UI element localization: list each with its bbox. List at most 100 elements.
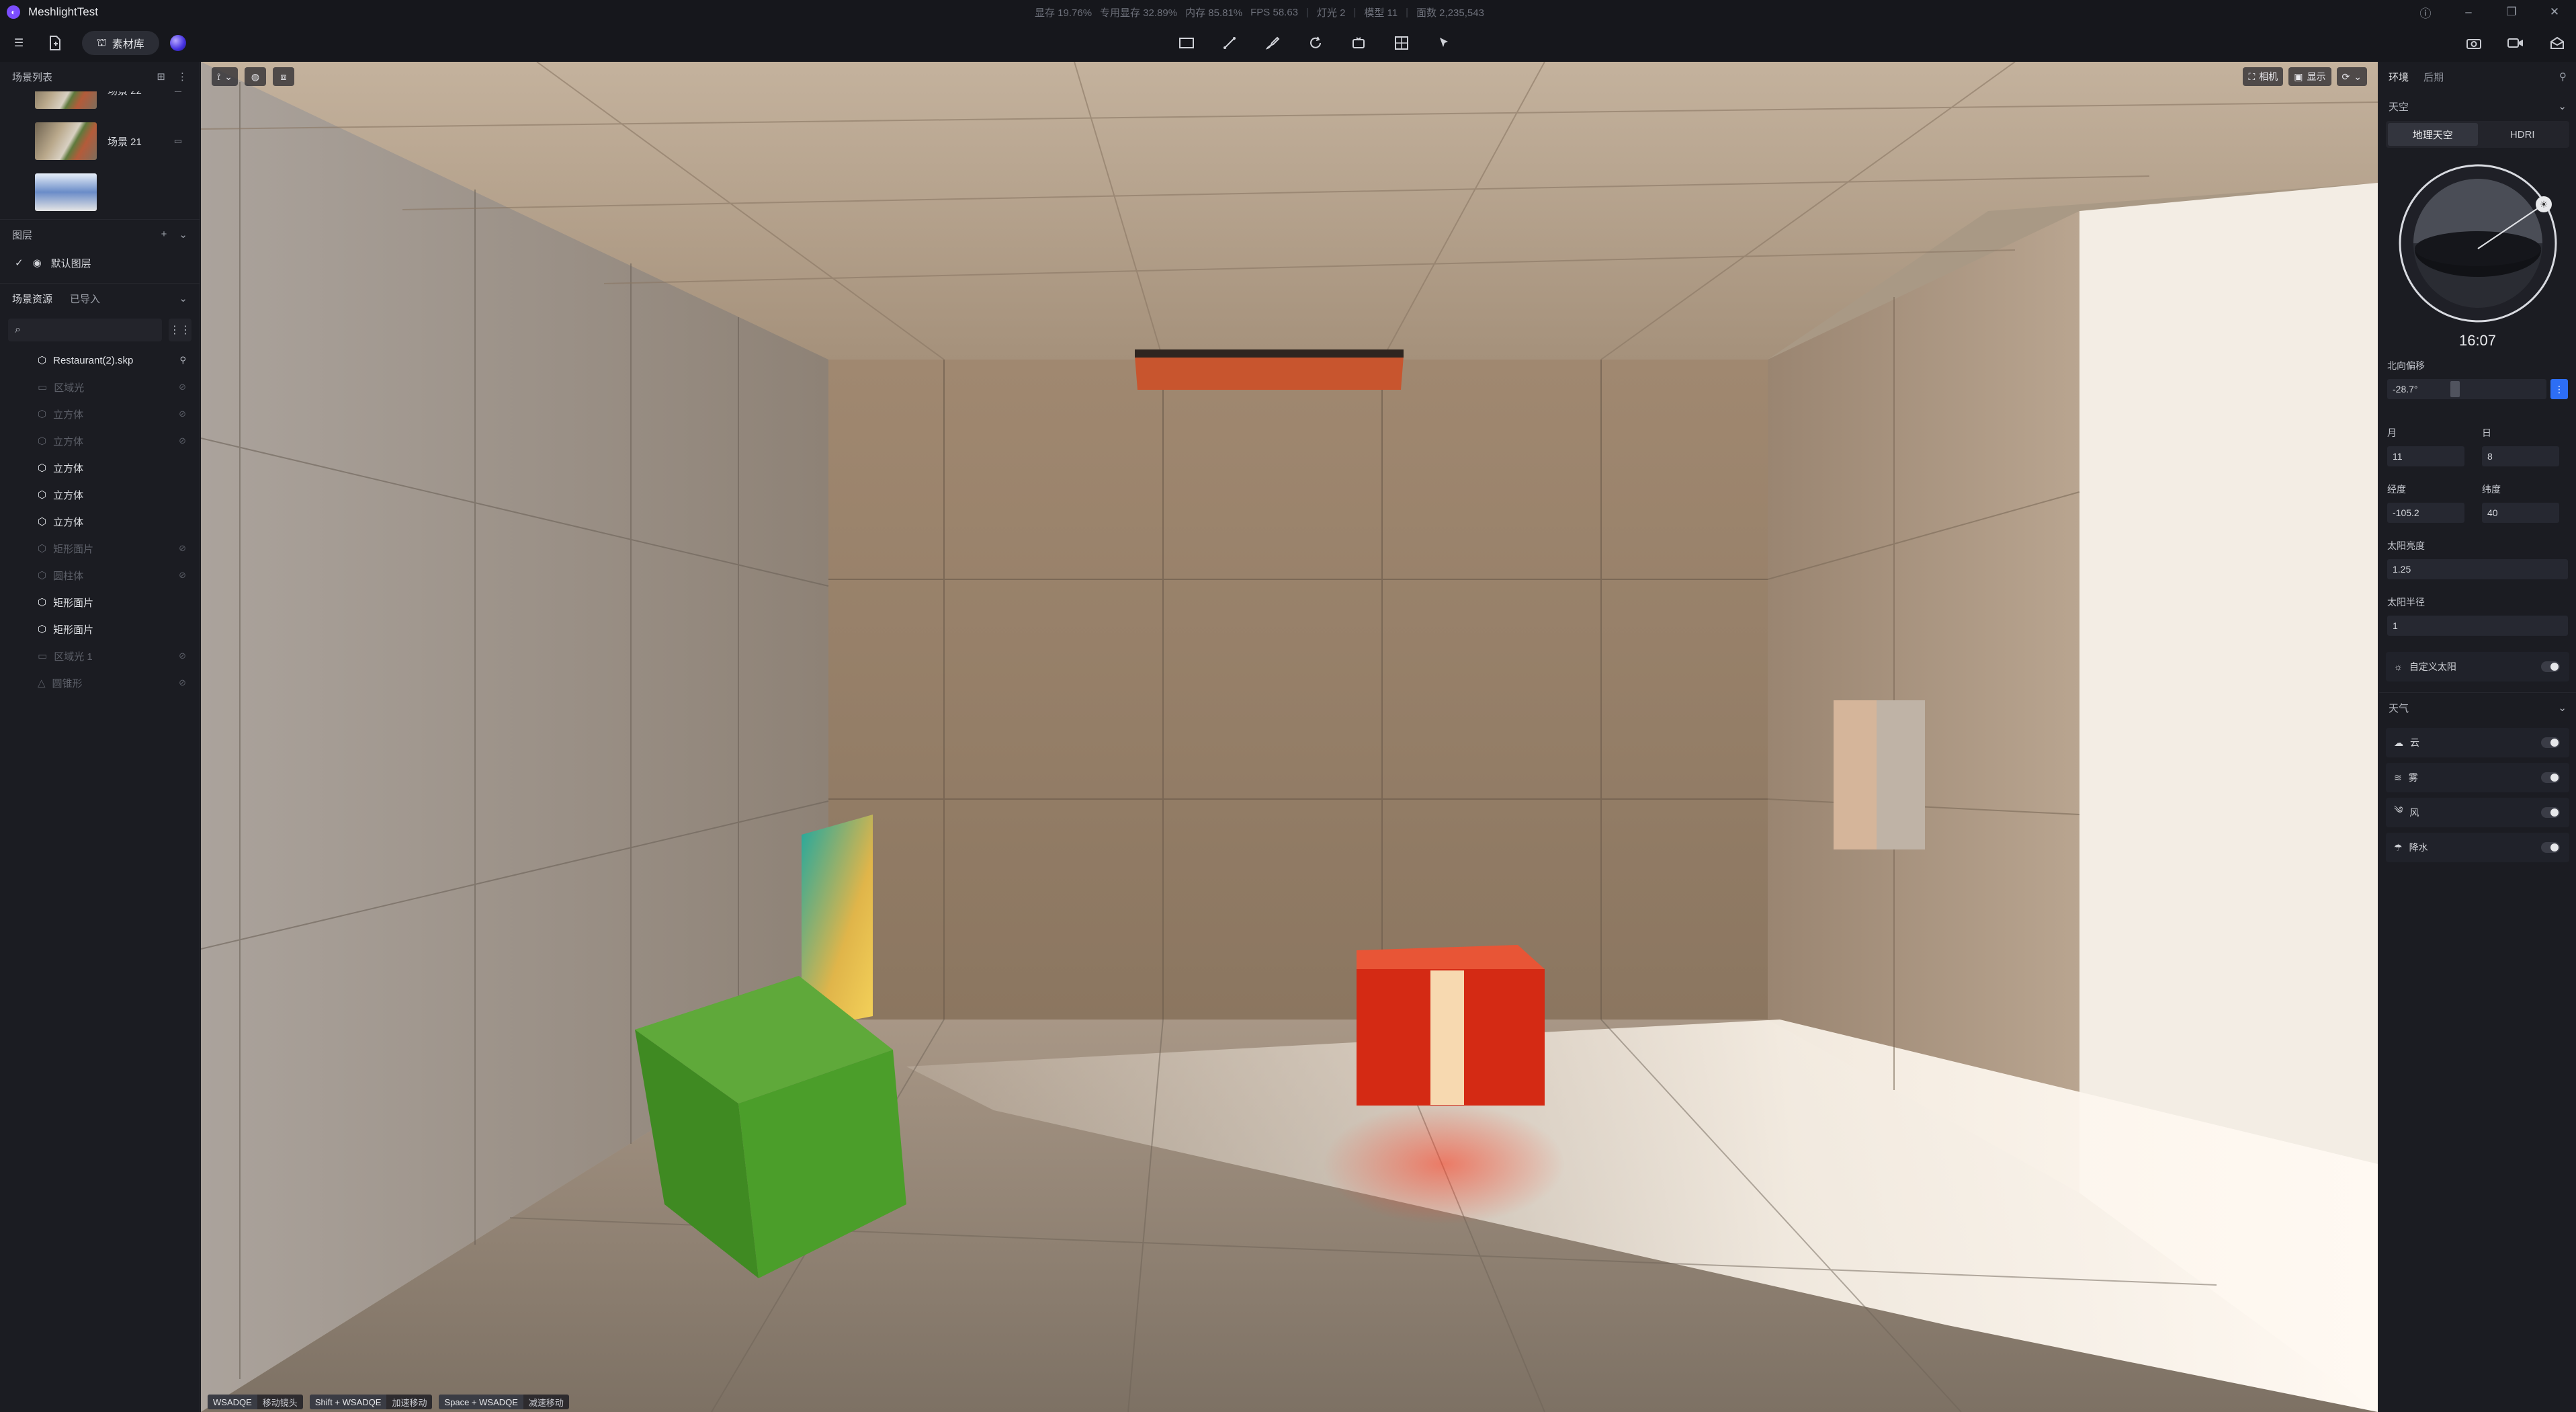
layer-item-default[interactable]: ✓ ◉ 默认图层 [0, 249, 200, 276]
resource-item[interactable]: ⬡ 矩形面片 [0, 616, 200, 642]
north-offset-label: 北向偏移 [2387, 360, 2425, 371]
custom-sun-toggle[interactable] [2541, 661, 2560, 672]
rotate-icon[interactable] [1306, 34, 1325, 52]
wind-toggle[interactable] [2541, 807, 2560, 818]
rain-toggle[interactable] [2541, 842, 2560, 853]
sky-hdri-option[interactable]: HDRI [2478, 123, 2568, 146]
sky-section-header[interactable]: 天空 ⌄ [2379, 91, 2576, 121]
sync-button[interactable]: ⟳ ⌄ [2336, 67, 2367, 86]
resource-label: 立方体 [53, 409, 84, 421]
tab-environment[interactable]: 环境 [2389, 70, 2409, 84]
menu-icon[interactable]: ☰ [9, 34, 28, 52]
select-rect-icon[interactable] [1177, 34, 1196, 52]
video-record-icon[interactable] [2506, 34, 2525, 52]
ai-orb-icon[interactable] [169, 35, 186, 51]
eye-off-icon[interactable]: ⊘ [179, 409, 186, 419]
3d-viewport[interactable]: ⟟ ⌄ ◍ ⧈ ⛶ 相机 ▣ 显示 ⟳ ⌄ WSADQE 移动镜头 Shift + WSA… [201, 62, 2378, 1412]
fog-toggle[interactable] [2541, 772, 2560, 783]
globe-button[interactable]: ◍ [244, 67, 266, 86]
resource-item[interactable]: ⬡ 立方体 ⊘ [0, 401, 200, 427]
eye-off-icon[interactable]: ⊘ [179, 435, 186, 446]
pointer-icon[interactable] [1435, 34, 1454, 52]
cloud-toggle[interactable] [2541, 737, 2560, 748]
longitude-input[interactable]: -105.2 [2387, 503, 2464, 523]
eye-off-icon[interactable]: ⊘ [179, 570, 186, 581]
tab-imported[interactable]: 已导入 [70, 292, 100, 306]
tab-post-processing[interactable]: 后期 [2423, 70, 2444, 84]
screenshot-icon[interactable] [2464, 34, 2483, 52]
camera-path-icon[interactable] [1349, 34, 1368, 52]
sun-radius-row: 1 [2379, 616, 2576, 636]
resource-item[interactable]: ⬡ 矩形面片 ⊘ [0, 535, 200, 562]
paint-icon[interactable] [1263, 34, 1282, 52]
camera-menu-button[interactable]: ⛶ 相机 [2243, 67, 2284, 86]
resource-item[interactable]: ⬡ 矩形面片 [0, 589, 200, 616]
scene-camera-icon[interactable]: ▭ [174, 91, 182, 95]
eye-icon[interactable]: ◉ [33, 257, 42, 269]
add-layer-icon[interactable]: + [161, 229, 167, 241]
scene-item[interactable]: 场景 21 ▭ [0, 116, 200, 167]
tab-scene-resources[interactable]: 场景资源 [12, 292, 52, 306]
title-bar: ◐ MeshlightTest 显存 19.76% 专用显存 32.89% 内存… [0, 0, 2576, 24]
resource-item[interactable]: ⬡ 立方体 [0, 481, 200, 508]
minimize-button[interactable]: – [2447, 5, 2490, 19]
search-input[interactable]: ⌕ [8, 319, 162, 341]
resource-item[interactable]: ⬡ Restaurant(2).skp ⚲ [0, 347, 200, 374]
eye-off-icon[interactable]: ⊘ [179, 543, 186, 554]
tool-group [1177, 24, 1454, 62]
slider-thumb[interactable] [2450, 381, 2460, 397]
eye-off-icon[interactable]: ⊘ [179, 651, 186, 661]
north-offset-slider[interactable]: -28.7° [2387, 379, 2546, 399]
display-menu-button[interactable]: ▣ 显示 [2288, 67, 2331, 86]
window-controls: ⓘ – ❐ ✕ [2404, 0, 2576, 24]
latitude-input[interactable]: 40 [2482, 503, 2559, 523]
resource-item[interactable]: ⬡ 立方体 [0, 454, 200, 481]
eye-off-icon[interactable]: ⊘ [179, 382, 186, 392]
resource-item[interactable]: ⬡ 立方体 [0, 508, 200, 535]
cube-icon: ⬡ [38, 435, 47, 447]
scene-label: 场景 22 [108, 91, 142, 97]
scene-item[interactable] [0, 167, 200, 218]
resource-item[interactable]: ▭ 区域光 ⊘ [0, 374, 200, 401]
more-icon[interactable]: ⋮ [177, 71, 187, 83]
grid-view-button[interactable]: ⋮⋮ [169, 319, 191, 341]
resource-item[interactable]: △ 圆锥形 ⊘ [0, 669, 200, 696]
maximize-button[interactable]: ❐ [2490, 5, 2533, 19]
sun-position-dial[interactable]: ☀ [2397, 163, 2559, 324]
pin-icon[interactable]: ⚲ [2559, 71, 2567, 83]
resource-item[interactable]: ⬡ 圆柱体 ⊘ [0, 562, 200, 589]
sun-brightness-input[interactable]: 1.25 [2387, 559, 2568, 579]
close-button[interactable]: ✕ [2533, 5, 2576, 19]
sun-radius-input[interactable]: 1 [2387, 616, 2568, 636]
day-input[interactable]: 8 [2482, 446, 2559, 466]
add-scene-icon[interactable]: ⊞ [157, 71, 165, 83]
more-options-button[interactable]: ⋮ [2550, 379, 2568, 399]
person-icon[interactable]: ⚲ [179, 355, 186, 366]
cube-icon: ⬡ [38, 624, 47, 635]
month-input[interactable]: 11 [2387, 446, 2464, 466]
resource-list: ⬡ Restaurant(2).skp ⚲ ▭ 区域光 ⊘ ⬡ 立方体 ⊘ ⬡ 立方体 ⊘ ⬡ 立… [0, 347, 200, 696]
scene-camera-icon[interactable]: ▭ [174, 136, 182, 147]
weather-section-header[interactable]: 天气 ⌄ [2379, 693, 2576, 722]
measure-icon[interactable] [1220, 34, 1239, 52]
import-file-icon[interactable] [46, 34, 65, 52]
snap-button[interactable]: ⧈ [272, 67, 294, 86]
display-icon: ▣ [2294, 71, 2303, 82]
transform-gizmo-button[interactable]: ⟟ ⌄ [212, 67, 238, 86]
resource-item[interactable]: ⬡ 立方体 ⊘ [0, 427, 200, 454]
weather-label: 雾 [2408, 772, 2418, 783]
month-label: 月 [2387, 427, 2397, 438]
sky-physical-option[interactable]: 地理天空 [2388, 123, 2478, 146]
keyboard-hints: WSADQE 移动镜头 Shift + WSADQE 加速移动 Space + WS… [208, 1395, 569, 1409]
chevron-down-icon[interactable]: ⌄ [179, 229, 187, 241]
render-queue-icon[interactable] [2548, 34, 2567, 52]
chevron-down-icon[interactable]: ⌄ [179, 292, 187, 304]
eye-off-icon[interactable]: ⊘ [179, 677, 186, 688]
grid-snap-icon[interactable] [1392, 34, 1411, 52]
scene-item[interactable]: 场景 22 ▭ [0, 91, 200, 116]
hint-item: Shift + WSADQE 加速移动 [309, 1395, 433, 1409]
asset-library-button[interactable]: ⛫ 素材库 [82, 31, 159, 55]
help-icon[interactable]: ⓘ [2404, 4, 2447, 21]
weather-label: 降水 [2409, 842, 2428, 853]
resource-item[interactable]: ▭ 区域光 1 ⊘ [0, 642, 200, 669]
